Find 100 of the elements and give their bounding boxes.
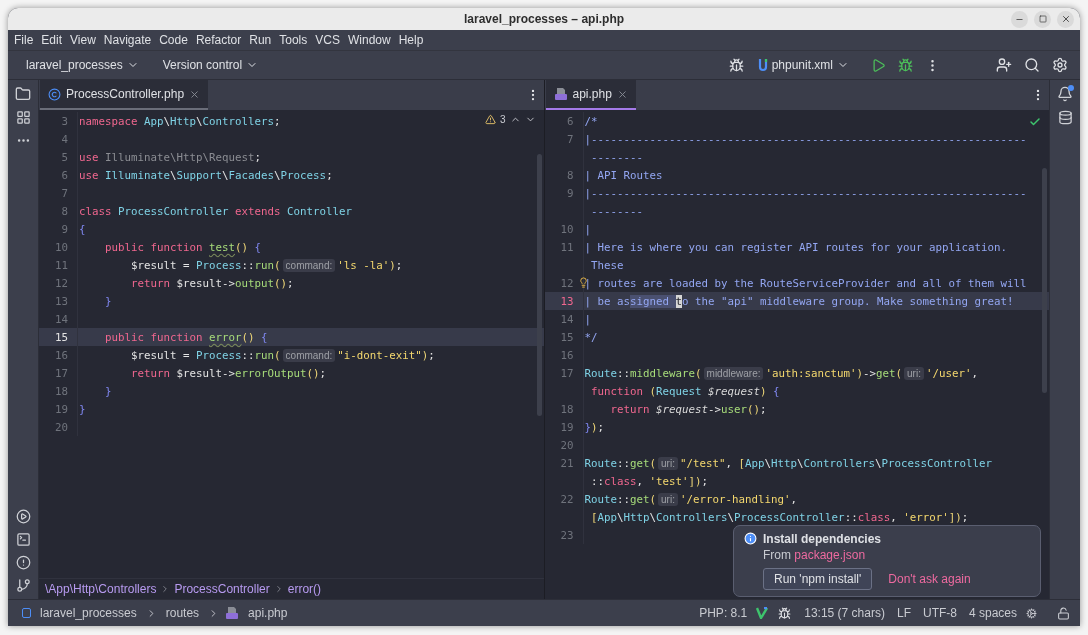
line-number: 6 bbox=[61, 168, 68, 182]
code-line: use Illuminate\Support\Facades\Process; bbox=[78, 168, 333, 182]
menu-item[interactable]: Tools bbox=[275, 33, 312, 47]
menu-item[interactable]: Refactor bbox=[191, 33, 246, 47]
path-item[interactable]: api.php bbox=[245, 606, 291, 620]
code-line: return $result->errorOutput(); bbox=[130, 366, 327, 380]
line-number: 23 bbox=[560, 528, 574, 542]
alert-icon[interactable] bbox=[15, 555, 31, 570]
menu-item[interactable]: Navigate bbox=[99, 33, 156, 47]
menu-item[interactable]: Run bbox=[245, 33, 276, 47]
code-line: return $request->user(); bbox=[609, 402, 767, 416]
path-item[interactable]: routes bbox=[162, 606, 203, 620]
php-file-icon bbox=[225, 606, 240, 620]
git-branch-icon[interactable] bbox=[15, 578, 31, 593]
line-number: 16 bbox=[55, 348, 68, 362]
notification-text: From package.json bbox=[763, 548, 867, 562]
menu-item[interactable]: VCS bbox=[311, 33, 344, 47]
menu-item[interactable]: Code bbox=[155, 33, 192, 47]
line-number: 18 bbox=[55, 384, 68, 398]
line-number: 21 bbox=[560, 456, 574, 470]
path-item[interactable]: laravel_processes bbox=[37, 606, 140, 620]
code-line: $result = Process::run( command: 'ls -la'); bbox=[130, 258, 403, 272]
php-version[interactable]: PHP: 8.1 bbox=[696, 606, 751, 620]
menu-item[interactable]: File bbox=[10, 33, 38, 47]
line-number: 10 bbox=[55, 240, 68, 254]
line-number: 15 bbox=[560, 330, 574, 344]
breadcrumb-item[interactable]: error() bbox=[287, 582, 322, 596]
line-number: 11 bbox=[560, 240, 574, 254]
line-number: 6 bbox=[567, 114, 574, 128]
close-button[interactable] bbox=[1057, 10, 1074, 28]
project-dropdown[interactable]: laravel_processes bbox=[20, 56, 145, 74]
dismiss-link[interactable]: Don't ask again bbox=[888, 572, 971, 586]
close-icon[interactable] bbox=[616, 88, 628, 100]
class-icon bbox=[48, 87, 61, 101]
bell-icon[interactable] bbox=[1057, 86, 1073, 102]
lock-icon[interactable] bbox=[1057, 606, 1070, 620]
menu-item[interactable]: Window bbox=[343, 33, 395, 47]
indent-setting[interactable]: 4 spaces bbox=[965, 606, 1020, 620]
menu-item[interactable]: View bbox=[66, 33, 100, 47]
code-line: -------- bbox=[590, 204, 643, 218]
warning-icon[interactable] bbox=[484, 114, 496, 125]
line-number: 19 bbox=[55, 402, 68, 416]
vcs-dropdown[interactable]: Version control bbox=[156, 56, 265, 74]
menu-item[interactable]: Edit bbox=[37, 33, 67, 47]
menu-item[interactable]: Help bbox=[394, 33, 428, 47]
code-line: ::class, 'test']); bbox=[590, 474, 709, 488]
v-logo-icon[interactable] bbox=[756, 607, 769, 619]
code-line: $result = Process::run( command: "i-dont-exit"); bbox=[130, 348, 435, 362]
code-line: -------- bbox=[590, 150, 643, 164]
close-icon[interactable] bbox=[189, 88, 201, 100]
editor-tab[interactable]: api.php bbox=[545, 80, 636, 110]
code-line: { bbox=[78, 222, 86, 236]
close-icon bbox=[1060, 14, 1071, 24]
scrollbar-thumb[interactable] bbox=[1042, 168, 1047, 393]
line-number: 22 bbox=[560, 492, 574, 506]
line-number: 5 bbox=[61, 150, 68, 164]
module-icon bbox=[22, 608, 31, 618]
line-number: 3 bbox=[61, 114, 68, 128]
line-number: 9 bbox=[61, 222, 68, 236]
code-line: [App\Http\Controllers\ProcessController::class, 'error']); bbox=[590, 510, 969, 524]
database-icon[interactable] bbox=[1057, 110, 1073, 125]
breadcrumb-item[interactable]: \App\Http\Controllers bbox=[45, 582, 157, 596]
code-line: public function test() { bbox=[104, 240, 262, 254]
scrollbar-thumb[interactable] bbox=[536, 154, 542, 416]
line-number: 4 bbox=[61, 132, 68, 146]
folder-icon[interactable] bbox=[15, 86, 31, 102]
code-line: Route::middleware( middleware: 'auth:sanctum')->get( uri: '/user', bbox=[583, 366, 978, 380]
line-number: 15 bbox=[55, 330, 68, 344]
check-icon bbox=[1029, 116, 1041, 128]
code-line: public function error() { bbox=[104, 330, 268, 344]
lightbulb-icon[interactable] bbox=[577, 277, 589, 288]
line-number: 13 bbox=[55, 294, 68, 308]
code-line: /* bbox=[583, 114, 598, 128]
code-line: } bbox=[78, 402, 86, 416]
code-line: return $result->output(); bbox=[130, 276, 294, 290]
code-line: | Here is where you can register API routes for your application. bbox=[583, 240, 1008, 254]
run-icon[interactable] bbox=[15, 509, 31, 524]
structure-icon[interactable] bbox=[15, 110, 31, 125]
code-line: namespace App\Http\Controllers; bbox=[78, 114, 281, 128]
maximize-icon bbox=[1038, 15, 1047, 23]
code-line: } bbox=[104, 384, 112, 398]
line-number: 12 bbox=[560, 276, 574, 290]
line-number: 10 bbox=[560, 222, 574, 236]
breadcrumb-item[interactable]: ProcessController bbox=[174, 582, 270, 596]
line-number: 16 bbox=[560, 348, 574, 362]
code-line: class ProcessController extends Controller bbox=[78, 204, 353, 218]
line-number: 7 bbox=[61, 186, 68, 200]
run-config-dropdown[interactable]: phpunit.xml bbox=[751, 56, 855, 74]
line-ending[interactable]: LF bbox=[893, 606, 914, 620]
install-button[interactable]: Run 'npm install' bbox=[763, 568, 873, 590]
line-number: 17 bbox=[55, 366, 68, 380]
line-number: 8 bbox=[61, 204, 68, 218]
info-icon bbox=[744, 532, 757, 545]
package-link[interactable]: package.json bbox=[794, 548, 866, 562]
cursor-position[interactable]: 13:15 (7 chars) bbox=[801, 606, 888, 620]
terminal-icon[interactable] bbox=[15, 532, 31, 547]
line-number: 12 bbox=[55, 276, 68, 290]
editor-tab[interactable]: ProcessController.php bbox=[40, 80, 209, 110]
encoding[interactable]: UTF-8 bbox=[919, 606, 960, 620]
code-line: */ bbox=[583, 330, 598, 344]
